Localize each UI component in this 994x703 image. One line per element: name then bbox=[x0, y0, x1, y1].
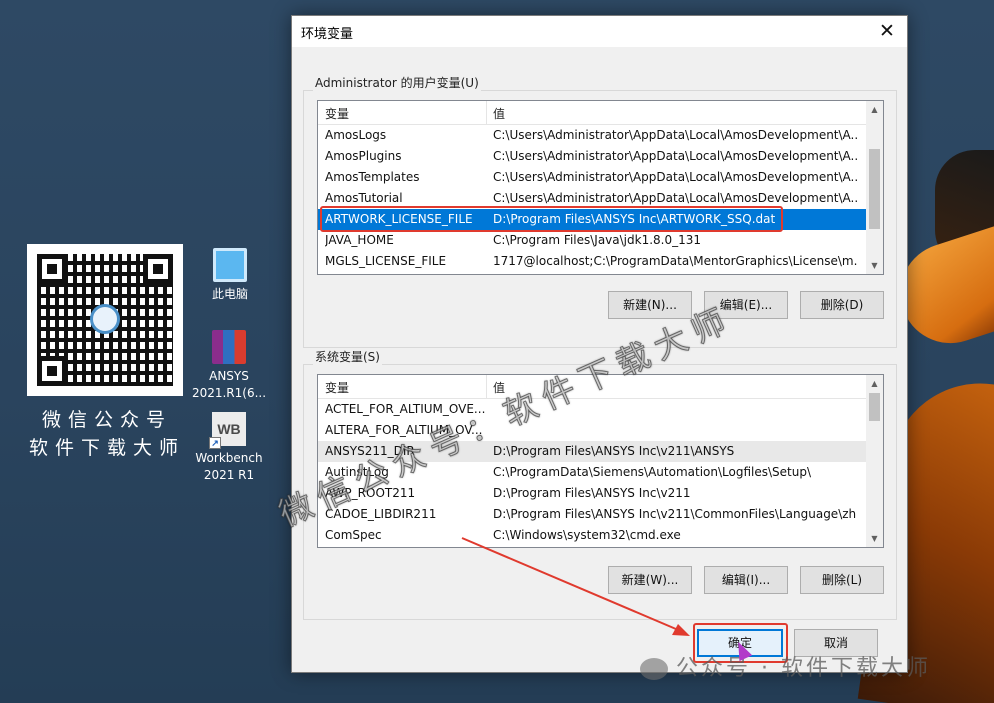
annotation-arrow-line bbox=[461, 537, 684, 633]
wechat-watermark: 公众号 · 软件下载大师 bbox=[640, 650, 931, 681]
wechat-watermark-text: 公众号 · 软件下载大师 bbox=[676, 656, 931, 681]
annotation-arrow-head bbox=[672, 624, 690, 636]
annotation-arrow bbox=[461, 537, 690, 636]
wechat-logo-icon bbox=[640, 658, 668, 680]
